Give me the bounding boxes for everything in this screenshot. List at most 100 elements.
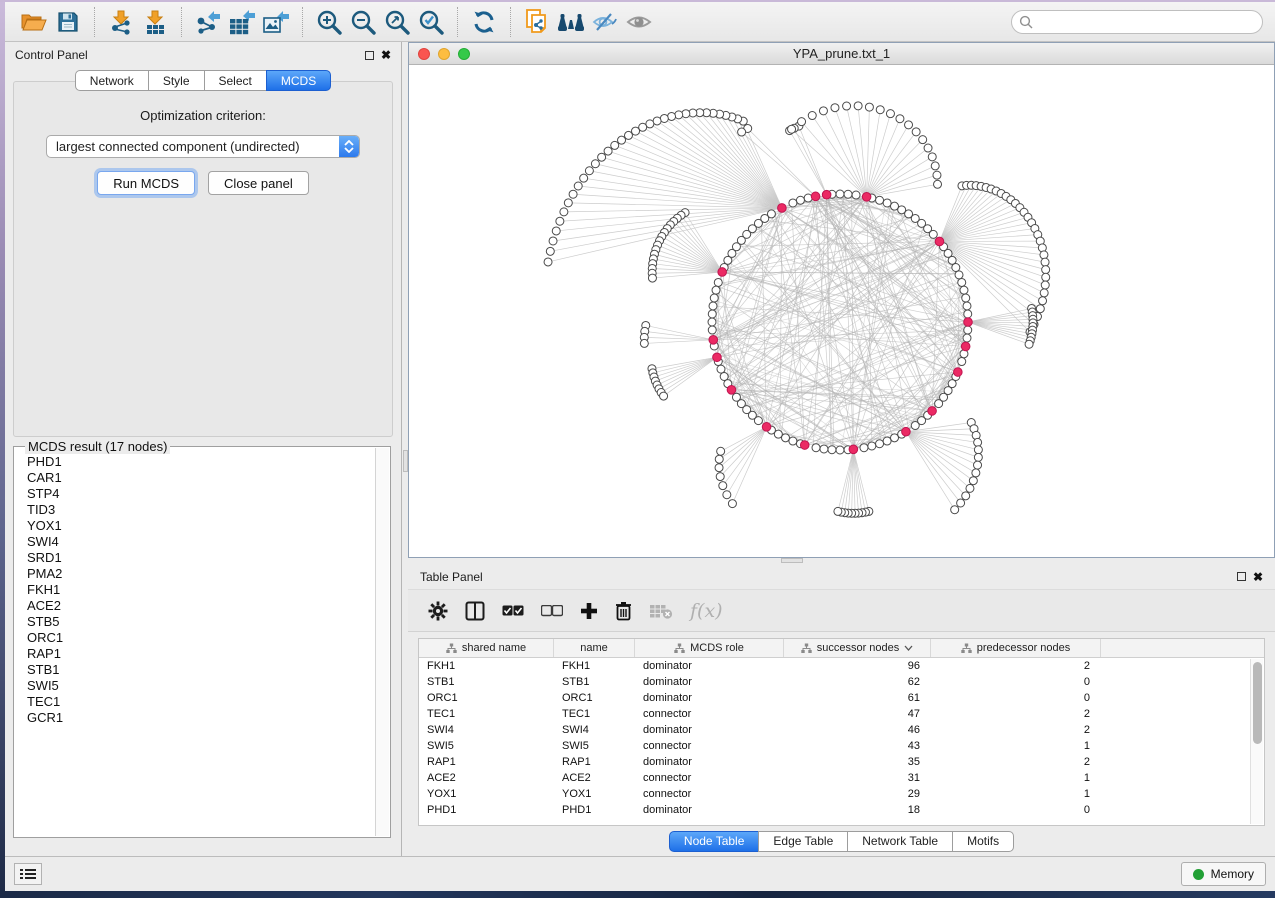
- network-canvas[interactable]: [409, 65, 1274, 557]
- create-column-button[interactable]: [580, 602, 598, 620]
- mcds-result-item[interactable]: FKH1: [27, 582, 375, 598]
- export-table-button[interactable]: [225, 6, 259, 38]
- open-file-button[interactable]: [17, 6, 51, 38]
- memory-button[interactable]: Memory: [1181, 862, 1266, 886]
- tab-network-table[interactable]: Network Table: [847, 831, 953, 852]
- toolbar-separator: [457, 7, 458, 37]
- mcds-result-item[interactable]: SRD1: [27, 550, 375, 566]
- table-row[interactable]: SWI5SWI5connector431: [419, 738, 1264, 754]
- delete-table-button[interactable]: [649, 603, 673, 619]
- network-from-selection-button[interactable]: [520, 6, 554, 38]
- export-image-button[interactable]: [259, 6, 293, 38]
- table-panel-close-button[interactable]: ✖: [1253, 571, 1263, 583]
- apply-layout-button[interactable]: [467, 6, 501, 38]
- tab-motifs[interactable]: Motifs: [952, 831, 1014, 852]
- table-row[interactable]: ACE2ACE2connector311: [419, 770, 1264, 786]
- mcds-result-item[interactable]: YOX1: [27, 518, 375, 534]
- column-header-predecessor-nodes[interactable]: predecessor nodes: [931, 639, 1101, 657]
- mcds-result-scrollbar[interactable]: [375, 448, 389, 836]
- tab-style[interactable]: Style: [148, 70, 205, 91]
- export-network-icon: [194, 9, 222, 35]
- export-network-button[interactable]: [191, 6, 225, 38]
- toolbar-separator: [94, 7, 95, 37]
- hide-selected-button[interactable]: [588, 6, 622, 38]
- export-table-icon: [228, 9, 256, 35]
- columns-icon: [465, 601, 485, 621]
- tab-select[interactable]: Select: [204, 70, 267, 91]
- save-session-button[interactable]: [51, 6, 85, 38]
- criterion-dropdown[interactable]: largest connected component (undirected): [46, 135, 360, 158]
- mcds-result-item[interactable]: SWI4: [27, 534, 375, 550]
- close-panel-button[interactable]: Close panel: [208, 171, 309, 195]
- show-columns-button[interactable]: [465, 601, 485, 621]
- column-header-MCDS-role[interactable]: MCDS role: [635, 639, 784, 657]
- fx-icon: f(x): [690, 600, 723, 622]
- zoom-fit-button[interactable]: [380, 6, 414, 38]
- mcds-result-item[interactable]: ORC1: [27, 630, 375, 646]
- tab-network[interactable]: Network: [75, 70, 149, 91]
- table-row[interactable]: ORC1ORC1dominator610: [419, 690, 1264, 706]
- mcds-result-item[interactable]: SWI5: [27, 678, 375, 694]
- table-row[interactable]: YOX1YOX1connector291: [419, 786, 1264, 802]
- first-neighbors-button[interactable]: [554, 6, 588, 38]
- delete-column-button[interactable]: [615, 601, 632, 621]
- import-table-button[interactable]: [138, 6, 172, 38]
- mcds-result-item[interactable]: STB5: [27, 614, 375, 630]
- table-panel-float-button[interactable]: [1237, 572, 1246, 581]
- tab-node-table[interactable]: Node Table: [669, 831, 760, 852]
- tab-edge-table[interactable]: Edge Table: [758, 831, 848, 852]
- horizontal-splitter[interactable]: [408, 558, 1275, 564]
- control-panel-float-button[interactable]: [365, 51, 374, 60]
- import-network-button[interactable]: [104, 6, 138, 38]
- zoom-out-button[interactable]: [346, 6, 380, 38]
- function-builder-button[interactable]: f(x): [690, 600, 723, 622]
- mcds-result-item[interactable]: PHD1: [27, 454, 375, 470]
- mcds-result-item[interactable]: PMA2: [27, 566, 375, 582]
- mcds-result-item[interactable]: STB1: [27, 662, 375, 678]
- import-table-icon: [142, 9, 168, 35]
- show-all-button[interactable]: [622, 6, 656, 38]
- table-row[interactable]: PHD1PHD1dominator180: [419, 802, 1264, 818]
- vertical-splitter-grip[interactable]: [403, 450, 408, 472]
- mcds-result-item[interactable]: GCR1: [27, 710, 375, 726]
- run-mcds-button[interactable]: Run MCDS: [97, 171, 195, 195]
- unchecked-boxes-icon: [541, 605, 563, 617]
- zoom-selected-button[interactable]: [414, 6, 448, 38]
- column-header-filler: [1101, 639, 1264, 657]
- table-row[interactable]: TEC1TEC1connector472: [419, 706, 1264, 722]
- table-row[interactable]: STB1STB1dominator620: [419, 674, 1264, 690]
- table-row[interactable]: SWI4SWI4dominator462: [419, 722, 1264, 738]
- delete-table-icon: [649, 603, 673, 619]
- table-row[interactable]: FKH1FKH1dominator962: [419, 658, 1264, 674]
- mcds-result-item[interactable]: TID3: [27, 502, 375, 518]
- mcds-result-item[interactable]: STP4: [27, 486, 375, 502]
- select-all-rows-button[interactable]: [502, 605, 524, 617]
- column-header-shared-name[interactable]: shared name: [419, 639, 554, 657]
- mcds-result-group: MCDS result (17 nodes) PHD1CAR1STP4TID3Y…: [13, 446, 391, 838]
- control-panel-close-button[interactable]: ✖: [381, 49, 391, 61]
- table-row[interactable]: RAP1RAP1dominator352: [419, 754, 1264, 770]
- mcds-result-item[interactable]: CAR1: [27, 470, 375, 486]
- network-from-selection-icon: [524, 8, 550, 36]
- vertical-splitter[interactable]: [401, 42, 408, 856]
- deselect-all-rows-button[interactable]: [541, 605, 563, 617]
- search-input[interactable]: [1011, 10, 1263, 34]
- zoom-in-button[interactable]: [312, 6, 346, 38]
- column-header-successor-nodes[interactable]: successor nodes: [784, 639, 931, 657]
- table-settings-button[interactable]: [428, 601, 448, 621]
- zoom-selected-icon: [418, 9, 444, 35]
- toolbar-separator: [181, 7, 182, 37]
- optimization-criterion-label: Optimization criterion:: [14, 108, 392, 123]
- show-panels-button[interactable]: [14, 863, 42, 885]
- column-header-name[interactable]: name: [554, 639, 635, 657]
- horizontal-splitter-grip[interactable]: [781, 558, 803, 563]
- node-table-scrollbar-thumb[interactable]: [1253, 662, 1262, 744]
- tab-mcds[interactable]: MCDS: [266, 70, 331, 91]
- node-table-scrollbar[interactable]: [1250, 659, 1263, 824]
- mcds-result-item[interactable]: RAP1: [27, 646, 375, 662]
- control-panel-titlebar: Control Panel ✖: [5, 42, 401, 68]
- mcds-result-item[interactable]: ACE2: [27, 598, 375, 614]
- mcds-tab-content: Optimization criterion: largest connecte…: [13, 81, 393, 437]
- network-view-frame: YPA_prune.txt_1: [408, 42, 1275, 558]
- mcds-result-item[interactable]: TEC1: [27, 694, 375, 710]
